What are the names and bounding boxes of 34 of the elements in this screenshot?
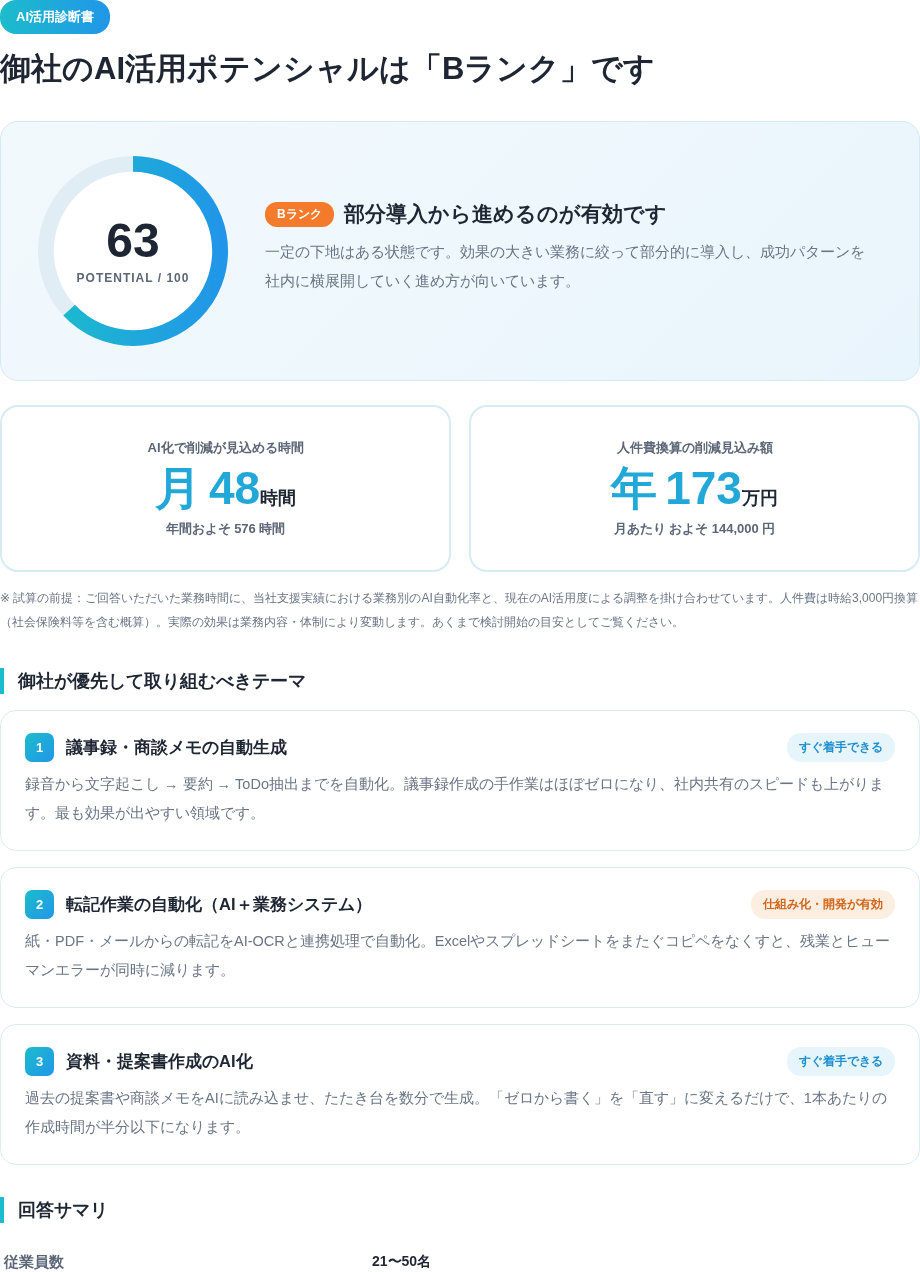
metric-period: 月 xyxy=(154,461,201,517)
section-heading: 御社が優先して取り組むべきテーマ xyxy=(0,668,920,695)
theme-tag: 仕組み化・開発が有効 xyxy=(751,890,895,920)
theme-description: 過去の提案書や商談メモをAIに読み込ませ、たたき台を数分で生成。「ゼロから書く」を「直す」に変えるだけで、1本あたりの作成時間が半分以下になります。 xyxy=(25,1089,888,1138)
theme-title: 資料・提案書作成のAI化 xyxy=(66,1050,254,1072)
metric-subtext: 月あたり およそ 144,000 円 xyxy=(613,520,776,539)
theme-tag: すぐ着手できる xyxy=(787,1047,895,1077)
score-value: 63 xyxy=(106,217,160,266)
metric-label: 人件費換算の削減見込み額 xyxy=(616,439,773,458)
metric-value: 173 xyxy=(665,461,742,517)
report-badge: AI活用診断書 xyxy=(0,0,110,34)
metric-unit: 万円 xyxy=(741,488,778,511)
metric-subtext: 年間およそ 576 時間 xyxy=(165,520,286,539)
theme-title: 議事録・商談メモの自動生成 xyxy=(66,736,288,758)
section-heading: 回答サマリ xyxy=(0,1197,920,1224)
theme-number: 1 xyxy=(25,733,54,763)
theme-number: 2 xyxy=(25,890,54,920)
rank-badge: Bランク xyxy=(265,201,334,227)
theme-description: 紙・PDF・メールからの転記をAI-OCRと連携処理で自動化。Excelやスプレッドシートをまたぐコピペをなくすと、残業とヒューマンエラーが同時に減ります。 xyxy=(25,932,892,981)
rank-description: 一定の下地はある状態です。効果の大きい業務に絞って部分的に導入し、成功パターンを社内に横展開していく進め方が向いています。 xyxy=(265,243,866,292)
theme-number: 3 xyxy=(25,1047,54,1077)
metric-unit: 時間 xyxy=(260,488,297,511)
metric-value: 48 xyxy=(208,461,261,517)
summary-label: 従業員数 xyxy=(4,1253,65,1272)
estimate-note: ※ 試算の前提：ご回答いただいた業務時間に、当社支援実績における業務別のAI自動化率と、現在のAI活用度による調整を掛け合わせています。人件費は時給3,000円換算（社会保険料等を含む概算）。実際の効果は業務内容・体制により変動します。あくまで検討開始の目安としてご覧ください。 xyxy=(0,590,920,632)
rank-headline: 部分導入から進めるのが有効です xyxy=(343,201,667,228)
theme-title: 転記作業の自動化（AI＋業務システム） xyxy=(66,893,373,916)
metric-label: AI化で削減が見込める時間 xyxy=(147,439,304,458)
score-label: POTENTIAL / 100 xyxy=(76,271,190,286)
metric-period: 年 xyxy=(611,461,658,517)
theme-description: 録音から文字起こし → 要約 → ToDo抽出までを自動化。議事録作成の手作業はほぼゼロになり、社内共有のスピードも上がります。最も効果が出やすい領域です。 xyxy=(25,775,885,824)
summary-value: 21〜50名 xyxy=(372,1253,432,1272)
theme-tag: すぐ着手できる xyxy=(787,733,895,763)
page-title: 御社のAI活用ポテンシャルは「Bランク」です xyxy=(0,50,657,88)
